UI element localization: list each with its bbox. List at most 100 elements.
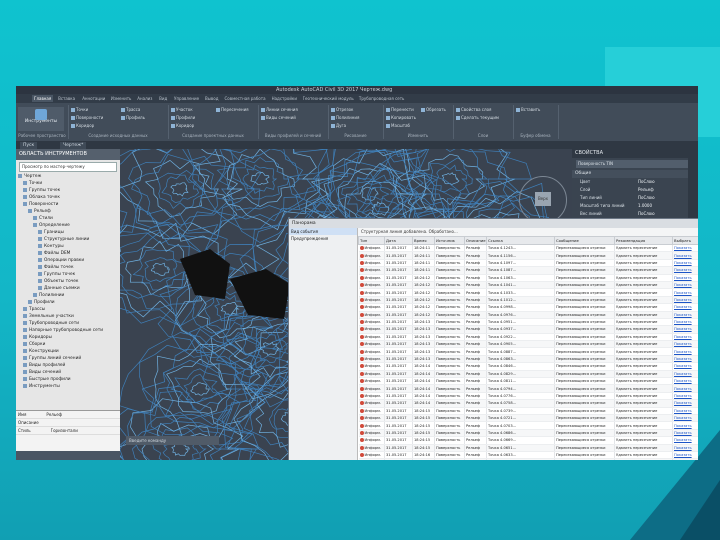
table-row[interactable]: Информ. 31.05.2017 18:24:11 Поверхность Рель… (358, 259, 698, 268)
ribbon-button[interactable]: Профиль (121, 115, 145, 121)
show-link[interactable]: Показать (672, 333, 698, 342)
tree-item[interactable]: Земельные участки (18, 313, 118, 320)
show-link[interactable]: Показать (672, 421, 698, 430)
tree-item[interactable]: Виды профилей (18, 362, 118, 369)
ribbon-button[interactable]: Масштаб (386, 123, 410, 129)
tree-item[interactable]: Определение (18, 222, 118, 229)
show-link[interactable]: Показать (672, 347, 698, 356)
table-row[interactable]: Информ. 31.05.2017 18:24:11 Поверхность Рель… (358, 251, 698, 260)
tree-item[interactable]: Рельеф (18, 208, 118, 215)
table-row[interactable]: Информ. 31.05.2017 18:24:14 Поверхность Рель… (358, 399, 698, 408)
ribbon-tab[interactable]: Аннотации (80, 95, 107, 102)
show-link[interactable]: Показать (672, 274, 698, 282)
viewcube[interactable]: Верх (519, 176, 567, 224)
table-row[interactable]: Информ. 31.05.2017 18:24:11 Поверхность Рель… (358, 244, 698, 253)
tree-item[interactable]: Облака точек (18, 194, 118, 201)
tree-item[interactable]: Чертеж (18, 173, 118, 180)
show-link[interactable]: Показать (672, 318, 698, 327)
column-header[interactable]: Сообщение (554, 236, 615, 245)
table-row[interactable]: Информ. 31.05.2017 18:24:14 Поверхность Рель… (358, 370, 698, 379)
ribbon-button[interactable]: Трасса (121, 107, 140, 113)
column-header[interactable]: Тип (358, 236, 385, 245)
property-row[interactable]: Слой Рельеф (572, 186, 698, 194)
table-row[interactable]: Информ. 31.05.2017 18:24:12 Поверхность Рель… (358, 281, 698, 290)
ribbon-button[interactable]: Дуга (331, 123, 346, 129)
column-header[interactable]: Описание (464, 236, 487, 245)
show-link[interactable]: Показать (672, 259, 698, 268)
ribbon-button[interactable]: Участок (171, 107, 193, 113)
tree-item[interactable]: Сборки (18, 341, 118, 348)
tree-item[interactable]: Границы (18, 229, 118, 236)
ribbon-button[interactable]: Полилиния (331, 115, 359, 121)
show-link[interactable]: Показать (672, 384, 698, 393)
show-link[interactable]: Показать (672, 451, 698, 460)
show-link[interactable]: Показать (672, 340, 698, 349)
tree-item[interactable]: Группы линий сечений (18, 355, 118, 362)
show-link[interactable]: Показать (672, 444, 698, 452)
table-row[interactable]: Информ. 31.05.2017 18:24:12 Поверхность Рель… (358, 303, 698, 312)
property-row[interactable]: Цвет ПоСлою (572, 178, 698, 186)
ribbon-button[interactable]: Точки (71, 107, 88, 113)
column-header[interactable]: Время (412, 236, 435, 245)
tree-item[interactable]: Контуры (18, 243, 118, 250)
toolspace-big-button[interactable]: Инструменты (18, 107, 64, 131)
table-row[interactable]: Информ. 31.05.2017 18:24:15 Поверхность Рель… (358, 444, 698, 452)
show-link[interactable]: Показать (672, 436, 698, 445)
ribbon-button[interactable]: Пересечения (216, 107, 249, 113)
show-link[interactable]: Показать (672, 458, 698, 460)
ribbon-tab[interactable]: Геотехнический модуль (301, 95, 356, 102)
show-link[interactable]: Показать (672, 244, 698, 253)
table-row[interactable]: Информ. 31.05.2017 18:24:13 Поверхность Рель… (358, 340, 698, 349)
panorama-tab[interactable]: Предупреждения (289, 235, 357, 242)
show-link[interactable]: Показать (672, 266, 698, 275)
tree-item[interactable]: Коридоры (18, 334, 118, 341)
ribbon-button[interactable]: Свойства слоя (456, 107, 491, 113)
table-row[interactable]: Информ. 31.05.2017 18:24:15 Поверхность Рель… (358, 429, 698, 438)
table-row[interactable]: Информ. 31.05.2017 18:24:15 Поверхность Рель… (358, 407, 698, 416)
table-row[interactable]: Информ. 31.05.2017 18:24:12 Поверхность Рель… (358, 288, 698, 297)
column-header[interactable]: Рекомендация (614, 236, 673, 245)
ribbon-button[interactable]: Линии сечения (261, 107, 298, 113)
tree-item[interactable]: Операции правки (18, 257, 118, 264)
ribbon-tab[interactable]: Главная (32, 95, 54, 102)
table-row[interactable]: Информ.31.05.201718:24:16ПоверхностьРель… (358, 451, 698, 460)
ribbon-button[interactable]: Копировать (386, 115, 416, 121)
show-link[interactable]: Показать (672, 281, 698, 290)
ribbon-tab[interactable]: Вставка (56, 95, 77, 102)
show-link[interactable]: Показать (672, 311, 698, 319)
viewcube-face[interactable]: Верх (535, 192, 551, 206)
table-row[interactable]: Информ. 31.05.2017 18:24:13 Поверхность Рель… (358, 347, 698, 356)
ribbon-button[interactable]: Профили (171, 115, 195, 121)
ribbon-tab[interactable]: Вывод (203, 95, 220, 102)
ribbon-button[interactable]: Поверхности (71, 115, 103, 121)
ribbon-button[interactable]: Сделать текущим (456, 115, 499, 121)
show-link[interactable]: Показать (672, 407, 698, 416)
ribbon-tab[interactable]: Надстройки (270, 95, 299, 102)
table-row[interactable]: Информ. 31.05.2017 18:24:12 Поверхность Рель… (358, 274, 698, 282)
show-link[interactable]: Показать (672, 370, 698, 379)
table-row[interactable]: Информ.31.05.201718:24:16ПоверхностьРель… (358, 458, 698, 460)
ribbon-button[interactable]: Перенести (386, 107, 414, 113)
panorama-tab[interactable]: Вид события (289, 228, 357, 235)
ribbon-tab[interactable]: Совместная работа (223, 95, 268, 102)
table-row[interactable]: Информ. 31.05.2017 18:24:14 Поверхность Рель… (358, 392, 698, 401)
ribbon-tab[interactable]: Изменить (109, 95, 134, 102)
ribbon-tab[interactable]: Трубопроводная сеть (357, 95, 407, 102)
ribbon-button[interactable]: Коридор (171, 123, 194, 129)
show-link[interactable]: Показать (672, 392, 698, 401)
tree-item[interactable]: Быстрые профили (18, 376, 118, 383)
table-row[interactable]: Информ. 31.05.2017 18:24:15 Поверхность Рель… (358, 436, 698, 445)
table-row[interactable]: Информ. 31.05.2017 18:24:12 Поверхность Рель… (358, 296, 698, 305)
table-row[interactable]: Информ. 31.05.2017 18:24:15 Поверхность Рель… (358, 414, 698, 423)
column-header[interactable]: Ссылка (486, 236, 555, 245)
show-link[interactable]: Показать (672, 429, 698, 438)
ribbon-tab[interactable]: Вид (157, 95, 169, 102)
property-row[interactable]: Масштаб типа линий 1.0000 (572, 202, 698, 210)
tree-item[interactable]: Группы точек (18, 271, 118, 278)
ribbon-button[interactable]: Виды сечений (261, 115, 296, 121)
table-row[interactable]: Информ. 31.05.2017 18:24:15 Поверхность Рель… (358, 421, 698, 430)
column-header[interactable]: Источник (434, 236, 465, 245)
show-link[interactable]: Показать (672, 377, 698, 386)
ribbon-button[interactable]: Обрезать (421, 107, 446, 113)
ribbon-button[interactable]: Отрезок (331, 107, 353, 113)
